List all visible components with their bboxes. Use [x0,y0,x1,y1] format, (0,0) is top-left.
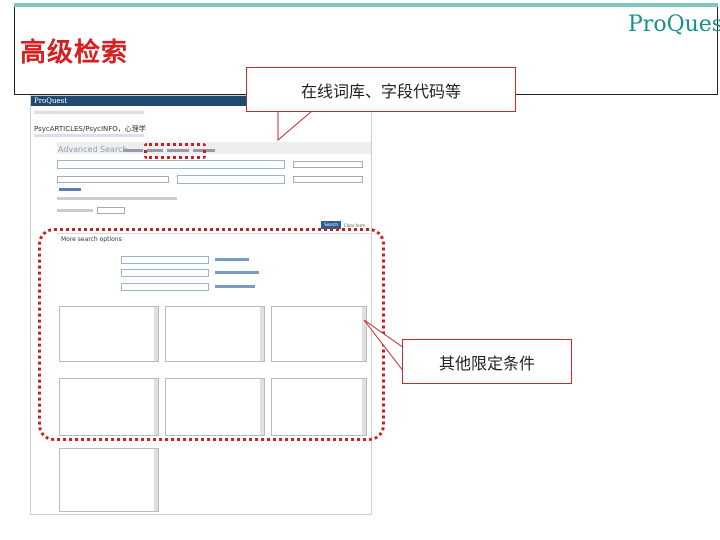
slide: 高级检索 ProQuest ProQuest PsycARTICLES/Psyc… [0,0,720,540]
callout-tabs: 在线词库、字段代码等 [246,67,516,112]
callout-options-text: 其他限定条件 [438,353,535,373]
callout-tabs-text: 在线词库、字段代码等 [300,81,461,101]
callout-options: 其他限定条件 [402,339,572,384]
